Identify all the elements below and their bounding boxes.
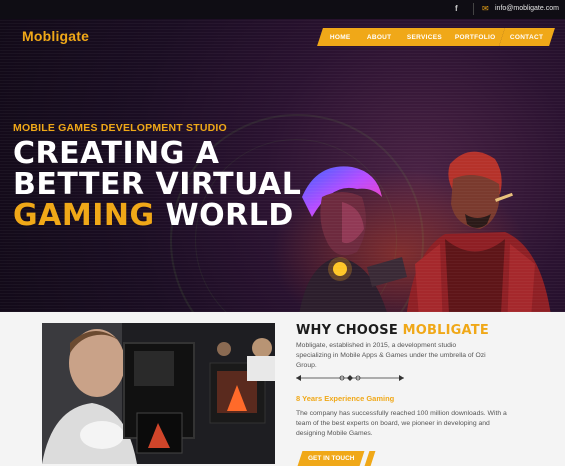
contact-email-link[interactable]: info@mobligate.com <box>495 5 559 12</box>
facebook-icon[interactable]: f <box>455 4 458 13</box>
section-title: WHY CHOOSE MOBLIGATE <box>296 323 489 338</box>
studio-photo <box>42 323 275 464</box>
divider <box>473 3 474 15</box>
nav-portfolio[interactable]: PORTFOLIO <box>445 28 505 46</box>
hero-title-line-3: GAMING WORLD <box>13 198 294 233</box>
hero-kicker: MOBILE GAMES DEVELOPMENT STUDIO <box>13 122 227 134</box>
mail-icon: ✉ <box>482 4 489 13</box>
experience-heading: 8 Years Experience Gaming <box>296 394 395 403</box>
hero-title-line-2: BETTER VIRTUAL <box>13 167 302 202</box>
hero-title-line-1: CREATING A <box>13 136 220 171</box>
intro-line-3: Group. <box>296 362 317 369</box>
top-bar: f ✉ info@mobligate.com <box>0 0 565 19</box>
ornament-divider <box>296 375 404 381</box>
body-line-3: designing Mobile Games. <box>296 430 373 437</box>
developer-at-workstation-image <box>42 323 275 464</box>
nav-contact[interactable]: CONTACT <box>499 28 555 46</box>
nav-services[interactable]: SERVICES <box>396 28 453 46</box>
site-logo[interactable]: Mobligate <box>22 28 89 44</box>
